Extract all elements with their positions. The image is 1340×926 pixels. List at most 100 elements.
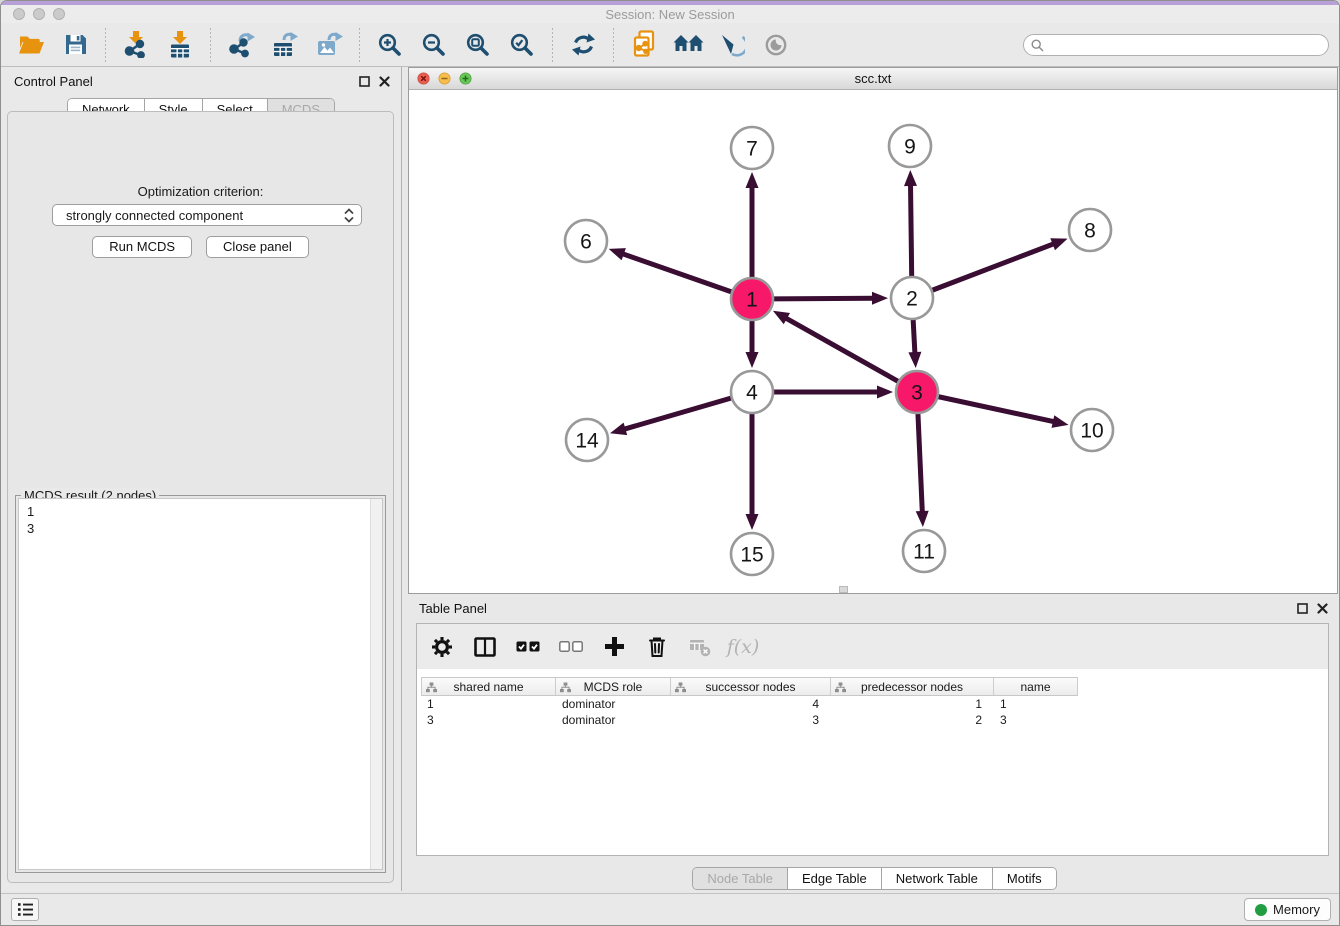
graph-edge-3-1[interactable] — [784, 317, 899, 382]
zoom-out-button[interactable] — [418, 27, 450, 63]
close-table-panel-icon[interactable] — [1316, 602, 1329, 615]
graph-edge-2-9[interactable] — [911, 183, 912, 277]
zoom-selected-button[interactable] — [506, 27, 538, 63]
graph-node-4[interactable]: 4 — [731, 371, 773, 413]
float-table-panel-icon[interactable] — [1296, 602, 1309, 615]
control-panel: Control Panel NetworkStyleSelectMCDS Opt… — [1, 67, 402, 891]
eye-icon — [763, 32, 789, 58]
network-window-titlebar[interactable]: scc.txt — [409, 68, 1337, 90]
select-all-columns-button[interactable] — [515, 634, 541, 660]
table-cell[interactable]: 3 — [421, 713, 556, 727]
tab-motifs[interactable]: Motifs — [993, 868, 1056, 889]
table-cell[interactable]: 1 — [831, 697, 994, 711]
import-network-button[interactable] — [120, 27, 152, 63]
graph-edge-2-8[interactable] — [932, 243, 1056, 290]
column-header-label: name — [1020, 680, 1050, 694]
network-canvas-svg[interactable]: 1 2 3 4 6 7 8 9 10 11 14 15 — [409, 90, 1337, 593]
toolbar-separator — [552, 28, 553, 62]
search-input[interactable] — [1023, 34, 1329, 56]
table-cell[interactable]: 1 — [994, 697, 1078, 711]
close-panel-button[interactable]: Close panel — [206, 236, 309, 258]
vizmapper-button[interactable] — [716, 27, 748, 63]
unselect-all-columns-button[interactable] — [558, 634, 584, 660]
table-settings-button[interactable] — [429, 634, 455, 660]
column-header-shared-name[interactable]: shared name — [421, 677, 556, 696]
run-mcds-button[interactable]: Run MCDS — [92, 236, 192, 258]
tab-edge-table[interactable]: Edge Table — [788, 868, 882, 889]
table-cell[interactable]: 4 — [671, 697, 831, 711]
import-table-button[interactable] — [164, 27, 196, 63]
application-window: Session: New Session — [0, 0, 1340, 926]
graph-node-1[interactable]: 1 — [731, 278, 773, 320]
show-column-panel-button[interactable] — [472, 634, 498, 660]
close-panel-icon[interactable] — [378, 75, 391, 88]
table-cell[interactable]: 1 — [421, 697, 556, 711]
delete-column-button[interactable] — [644, 634, 670, 660]
graph-node-14[interactable]: 14 — [566, 419, 608, 461]
graph-node-3[interactable]: 3 — [896, 371, 938, 413]
new-network-from-selection-button[interactable] — [628, 27, 660, 63]
graph-node-15[interactable]: 15 — [731, 533, 773, 575]
graph-edge-3-11[interactable] — [918, 413, 923, 514]
network-window: scc.txt 1 2 3 4 6 7 8 9 10 11 14 15 — [408, 67, 1338, 594]
graph-node-10[interactable]: 10 — [1071, 409, 1113, 451]
first-neighbors-button[interactable] — [672, 27, 704, 63]
graph-node-2[interactable]: 2 — [891, 277, 933, 319]
table-row[interactable]: 3dominator323 — [421, 712, 1326, 728]
graph-node-6[interactable]: 6 — [565, 220, 607, 262]
task-history-button[interactable] — [11, 898, 39, 921]
column-header-MCDS-role[interactable]: MCDS role — [556, 677, 671, 696]
result-scrollbar[interactable] — [370, 499, 382, 869]
split-pane-handle[interactable] — [839, 586, 848, 593]
tab-network-table[interactable]: Network Table — [882, 868, 993, 889]
export-image-button[interactable] — [313, 27, 345, 63]
zoom-fit-button[interactable] — [462, 27, 494, 63]
vizmapper-icon — [719, 32, 745, 58]
column-tree-icon — [835, 682, 846, 693]
table-row[interactable]: 1dominator411 — [421, 696, 1326, 712]
graph-node-11[interactable]: 11 — [903, 530, 945, 572]
graph-edge-arrowhead — [609, 248, 626, 260]
table-toolbar: f(x) — [417, 624, 1328, 669]
column-header-predecessor-nodes[interactable]: predecessor nodes — [831, 677, 994, 696]
delete-table-button[interactable] — [687, 634, 713, 660]
node-table: shared nameMCDS rolesuccessor nodesprede… — [421, 677, 1326, 855]
column-header-name[interactable]: name — [994, 677, 1078, 696]
graph-edge-4-14[interactable] — [623, 398, 732, 430]
memory-status-dot — [1255, 904, 1267, 916]
table-header-row: shared nameMCDS rolesuccessor nodesprede… — [421, 677, 1326, 696]
table-cell[interactable]: 3 — [671, 713, 831, 727]
table-cell[interactable]: dominator — [556, 697, 671, 711]
svg-text:2: 2 — [906, 288, 918, 311]
apply-layout-icon — [571, 32, 596, 57]
mcds-result-area[interactable]: 1 3 — [18, 498, 383, 870]
table-cell[interactable]: 2 — [831, 713, 994, 727]
export-network-button[interactable] — [225, 27, 257, 63]
graph-edge-1-6[interactable] — [621, 253, 732, 292]
graph-node-9[interactable]: 9 — [889, 125, 931, 167]
table-cell[interactable]: 3 — [994, 713, 1078, 727]
export-table-button[interactable] — [269, 27, 301, 63]
graph-edge-1-2[interactable] — [773, 298, 875, 299]
graph-node-8[interactable]: 8 — [1069, 209, 1111, 251]
save-session-button[interactable] — [59, 27, 91, 63]
graph-edge-arrowhead — [1050, 238, 1067, 250]
float-panel-icon[interactable] — [358, 75, 371, 88]
function-builder-button[interactable]: f(x) — [730, 634, 756, 660]
zoom-in-button[interactable] — [374, 27, 406, 63]
title-bar: Session: New Session — [1, 5, 1339, 23]
show-hide-button[interactable] — [760, 27, 792, 63]
create-column-button[interactable] — [601, 634, 627, 660]
graph-edge-2-3[interactable] — [913, 319, 915, 355]
memory-button[interactable]: Memory — [1244, 898, 1331, 921]
table-cell[interactable]: dominator — [556, 713, 671, 727]
column-header-successor-nodes[interactable]: successor nodes — [671, 677, 831, 696]
tab-node-table[interactable]: Node Table — [693, 868, 788, 889]
plus-icon — [604, 636, 625, 657]
graph-node-7[interactable]: 7 — [731, 127, 773, 169]
apply-layout-button[interactable] — [567, 27, 599, 63]
graph-edge-3-10[interactable] — [938, 397, 1056, 423]
first-neighbors-icon — [673, 33, 704, 57]
open-file-button[interactable] — [15, 27, 47, 63]
criterion-dropdown[interactable]: strongly connected component — [52, 204, 362, 226]
